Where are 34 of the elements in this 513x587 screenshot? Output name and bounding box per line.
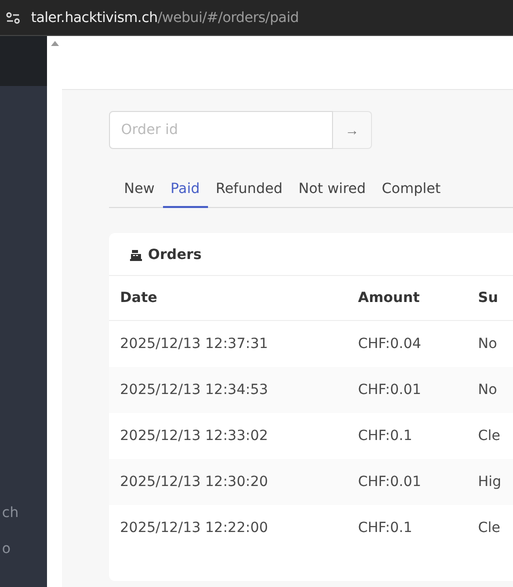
scroll-up-icon[interactable] — [51, 41, 59, 46]
table-cell-text: 2025/12/13 12:37:31 — [120, 336, 270, 352]
tab[interactable]: Not wired — [290, 173, 374, 208]
address-bar[interactable]: taler.hacktivism.ch/webui/#/orders/paid — [0, 0, 513, 35]
table-cell-text: CHF:0.01 — [358, 474, 422, 490]
table-cell-text: 2025/12/13 12:22:00 — [120, 520, 270, 536]
tab[interactable]: Refunded — [208, 173, 290, 208]
table-cell-text: CHF:0.1 — [358, 520, 414, 536]
sidebar-item[interactable]: ch — [0, 505, 47, 521]
table-cell: Hig — [478, 474, 502, 490]
order-id-field[interactable]: Order id — [109, 111, 333, 149]
column-header: Date — [120, 290, 158, 306]
table-cell-text: CHF:0.1 — [358, 428, 414, 444]
table-cell-text: CHF:0.01 — [358, 382, 422, 398]
sidebar-item[interactable]: o — [0, 541, 47, 557]
table-cell-text: 2025/12/13 12:30:20 — [120, 474, 270, 490]
table-cell: No — [478, 336, 498, 352]
tab[interactable]: Complet — [374, 173, 449, 208]
sidebar-header — [0, 36, 47, 86]
url-text[interactable]: taler.hacktivism.ch/webui/#/orders/paid — [31, 10, 299, 26]
tab[interactable]: New — [109, 173, 163, 208]
table-cell: No — [478, 382, 498, 398]
table-cell-text: 2025/12/13 12:33:02 — [120, 428, 270, 444]
table-cell: Cle — [478, 428, 500, 444]
table-cell: Cle — [478, 520, 500, 536]
column-header: Amount — [358, 290, 421, 306]
column-header: Su — [478, 290, 498, 306]
table-cell-text: 2025/12/13 12:34:53 — [120, 382, 270, 398]
table-cell-text: CHF:0.04 — [358, 336, 422, 352]
cash-register-icon — [130, 250, 142, 260]
card-title: Orders — [148, 247, 202, 263]
site-settings-icon[interactable] — [6, 12, 20, 24]
go-button[interactable]: → — [333, 111, 372, 149]
tab[interactable]: Paid — [162, 173, 208, 208]
